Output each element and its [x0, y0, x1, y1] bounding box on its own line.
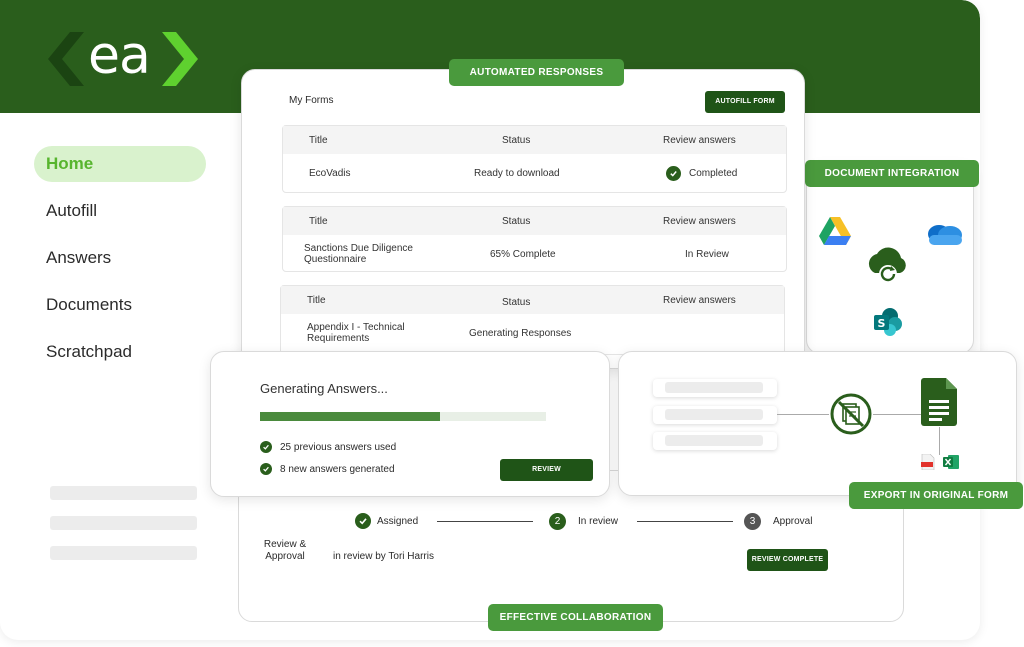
google-drive-icon — [819, 217, 851, 245]
check-circle-icon — [260, 441, 272, 453]
step-label: Assigned — [377, 515, 419, 527]
check-circle-icon — [666, 165, 681, 181]
column-header-status: Status — [502, 296, 531, 308]
step-label: Approval — [773, 516, 813, 527]
generating-item: 25 previous answers used — [260, 441, 396, 453]
column-header-title: Title — [307, 294, 326, 306]
step-label: In review — [578, 516, 619, 527]
cloud-sync-icon — [868, 247, 906, 283]
export-card — [618, 351, 1017, 496]
check-circle-icon — [260, 463, 272, 475]
automated-responses-badge: AUTOMATED RESPONSES — [449, 59, 624, 86]
form-title: Appendix I - Technical Requirements — [307, 322, 405, 344]
column-header-title: Title — [309, 134, 328, 146]
logo-text: ea — [88, 26, 151, 86]
review-complete-button[interactable]: REVIEW COMPLETE — [747, 549, 828, 571]
form-table-ecovadis: Title Status Review answers EcoVadis Rea… — [282, 125, 787, 193]
flow-line — [777, 414, 829, 415]
form-title: EcoVadis — [309, 167, 351, 179]
table-header: Title Status Review answers — [283, 207, 786, 235]
sidebar-item-home[interactable]: Home — [34, 146, 206, 182]
workflow-step-in-review: 2 In review — [549, 513, 618, 530]
progress-fill — [260, 412, 441, 421]
my-forms-title: My Forms — [289, 95, 334, 106]
placeholder-bar — [50, 486, 197, 500]
sharepoint-icon: S — [874, 308, 902, 336]
excel-file-icon — [943, 455, 959, 469]
svg-text:S: S — [878, 317, 886, 330]
form-table-sanctions: Title Status Review answers Sanctions Du… — [282, 206, 787, 272]
review-approval-label: Review & Approval — [263, 539, 307, 562]
ea-logo: ea — [48, 26, 198, 86]
form-review-status: In Review — [685, 248, 729, 260]
sidebar-item-answers[interactable]: Answers — [34, 240, 206, 276]
column-header-review: Review answers — [663, 215, 736, 227]
document-stack-item — [653, 406, 777, 424]
no-copy-icon — [830, 393, 872, 435]
column-header-status: Status — [502, 215, 531, 227]
autofill-form-button[interactable]: AUTOFILL FORM — [705, 91, 785, 113]
form-status: 65% Complete — [490, 248, 556, 260]
sidebar-item-autofill[interactable]: Autofill — [34, 193, 206, 229]
table-header: Title Status Review answers — [281, 286, 784, 314]
flow-line — [939, 427, 940, 455]
placeholder-bar — [50, 546, 197, 560]
workflow-step-assigned: Assigned — [355, 513, 418, 529]
export-original-form-badge: EXPORT IN ORIGINAL FORM — [849, 482, 1023, 509]
progress-bar — [260, 412, 546, 421]
table-row[interactable]: Sanctions Due Diligence Questionnaire 65… — [283, 235, 786, 273]
step-connector — [637, 521, 733, 522]
form-status: Ready to download — [474, 167, 560, 179]
review-label: Completed — [689, 167, 738, 179]
placeholder-bar — [50, 516, 197, 530]
column-header-review: Review answers — [663, 134, 736, 146]
document-stack-item — [653, 379, 777, 397]
review-status-text: in review by Tori Harris — [333, 551, 434, 562]
step-number: 3 — [744, 513, 761, 530]
check-circle-icon — [355, 513, 371, 529]
sidebar-item-scratchpad[interactable]: Scratchpad — [34, 334, 206, 370]
step-number: 2 — [549, 513, 566, 530]
step-connector — [437, 521, 533, 522]
sidebar-nav: Home Autofill Answers Documents Scratchp… — [34, 146, 206, 381]
form-status: Generating Responses — [469, 327, 572, 339]
generating-item: 8 new answers generated — [260, 463, 395, 475]
generating-item-text: 8 new answers generated — [280, 463, 395, 475]
effective-collaboration-badge: EFFECTIVE COLLABORATION — [488, 604, 663, 631]
onedrive-icon — [928, 225, 962, 245]
document-integration-card: S — [806, 164, 974, 354]
flow-line — [873, 414, 921, 415]
form-table-appendix: Title Status Review answers Appendix I -… — [280, 285, 785, 355]
generating-item-text: 25 previous answers used — [280, 441, 397, 453]
column-header-review: Review answers — [663, 294, 736, 306]
form-title: Sanctions Due Diligence Questionnaire — [304, 243, 413, 265]
form-review-status: Completed — [666, 154, 737, 192]
column-header-title: Title — [309, 215, 328, 227]
review-button[interactable]: REVIEW — [500, 459, 593, 481]
table-row[interactable]: Appendix I - Technical Requirements Gene… — [281, 314, 784, 352]
pdf-file-icon — [921, 454, 935, 470]
table-row[interactable]: EcoVadis Ready to download Completed — [283, 154, 786, 192]
sidebar-item-documents[interactable]: Documents — [34, 287, 206, 323]
column-header-status: Status — [502, 134, 531, 146]
generating-answers-card: Generating Answers... 25 previous answer… — [210, 351, 610, 497]
document-integration-badge: DOCUMENT INTEGRATION — [805, 160, 979, 187]
table-header: Title Status Review answers — [283, 126, 786, 154]
google-docs-icon — [921, 378, 957, 426]
generating-title: Generating Answers... — [260, 381, 388, 396]
document-stack-item — [653, 432, 777, 450]
workflow-step-approval: 3 Approval — [744, 513, 812, 530]
